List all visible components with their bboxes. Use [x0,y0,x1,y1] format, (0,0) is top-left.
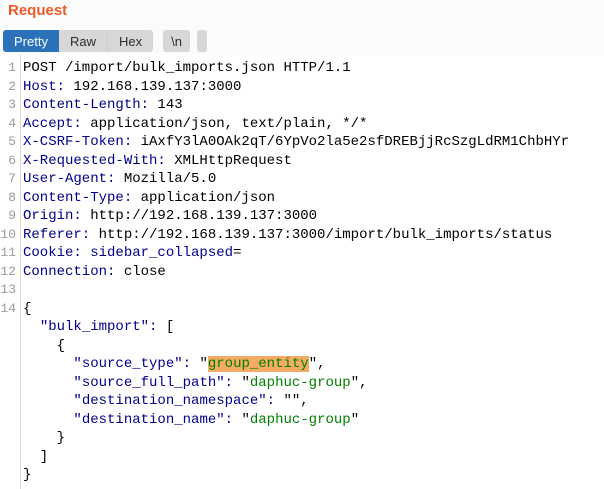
code-text: X-Requested-With: XMLHttpRequest [23,152,292,169]
line-number: 2 [8,78,16,94]
code-text: "bulk_import": [ [39,319,175,335]
code-line: 4 Accept: application/json, text/plain, *… [0,115,604,134]
code-text: User-Agent: Mozilla/5.0 [23,171,217,187]
line-number: 3 [8,97,16,112]
code-line: } [0,466,604,485]
line-number [0,374,20,393]
code-text: "source_type": "group_entity", [73,356,326,372]
code-text: "destination_namespace": "", [73,393,309,409]
line-number [0,411,20,430]
line-number [0,466,20,485]
highlighted-text[interactable]: group_entity [207,356,309,372]
code-line: { [0,337,604,356]
code-text: Accept: application/json, text/plain, */… [23,115,368,132]
code-line: "bulk_import": [ [0,318,604,337]
code-line: 9 Origin: http://192.168.139.137:3000 [0,207,604,226]
line-number [0,318,20,337]
code-line: 8 Content-Type: application/json [0,189,604,208]
line-number [0,337,20,356]
line-number [0,355,20,374]
code-line: "destination_namespace": "", [0,392,604,411]
code-text: } [23,430,66,446]
code-lines: 1 POST /import/bulk_imports.json HTTP/1.1… [0,59,604,485]
code-text: Content-Type: application/json [23,189,276,206]
line-number: 9 [8,208,16,223]
code-text: Origin: http://192.168.139.137:3000 [23,208,318,224]
code-line: ] [0,448,604,467]
request-panel: Request Pretty Raw Hex \n 1 POST /import/… [0,0,604,489]
code-text: "source_full_path": "daphuc-group", [73,374,368,391]
code-text: Host: 192.168.139.137:3000 [23,78,242,95]
line-number: 13 [0,282,16,297]
line-number: 4 [8,115,16,131]
line-number [0,448,20,467]
gutter-divider [20,55,21,489]
code-text: Content-Length: 143 [23,97,183,113]
code-line: } [0,429,604,448]
line-number [0,392,20,411]
code-text: } [23,467,32,483]
code-line: 1 POST /import/bulk_imports.json HTTP/1.1 [0,59,604,78]
code-text: { [23,300,32,317]
code-text: Referer: http://192.168.139.137:3000/imp… [23,226,553,243]
request-panel-title: Request [8,2,68,19]
line-number: 8 [8,189,16,205]
code-line: 3 Content-Length: 143 [0,96,604,115]
tab-hex[interactable]: Hex [106,30,154,52]
code-line: 12 Connection: close [0,263,604,282]
code-text: "destination_name": "daphuc-group" [73,411,360,428]
line-number: 12 [0,263,16,279]
editor-menu-button[interactable] [196,30,207,52]
line-number: 14 [0,300,16,316]
line-number: 1 [8,60,16,75]
code-line: 10 Referer: http://192.168.139.137:3000/i… [0,226,604,245]
show-newlines-button[interactable]: \n [163,30,190,52]
code-line: 13 [0,281,604,300]
line-number: 7 [8,171,16,186]
code-text: Connection: close [23,263,166,280]
line-number: 10 [0,226,16,242]
line-number: 6 [8,152,16,168]
code-line: "source_type": "group_entity", [0,355,604,374]
line-number: 11 [0,245,16,260]
code-text: { [23,337,66,354]
request-editor[interactable]: 1 POST /import/bulk_imports.json HTTP/1.1… [0,55,604,489]
code-line: 6 X-Requested-With: XMLHttpRequest [0,152,604,171]
view-mode-tab-group: Pretty Raw Hex [3,30,154,52]
code-text: Cookie: sidebar_collapsed= [23,245,242,261]
code-line: 5 X-CSRF-Token: iAxfY3lA0OAk2qT/6YpVo2la5… [0,133,604,152]
message-editor-toolbar: Pretty Raw Hex \n [3,30,207,52]
code-line: 14 { [0,300,604,319]
code-line: "source_full_path": "daphuc-group", [0,374,604,393]
code-text: ] [23,448,49,465]
tab-raw[interactable]: Raw [58,30,107,52]
code-line: 7 User-Agent: Mozilla/5.0 [0,170,604,189]
code-line: 2 Host: 192.168.139.137:3000 [0,78,604,97]
line-number: 5 [8,134,16,149]
code-line: 11 Cookie: sidebar_collapsed= [0,244,604,263]
code-text: X-CSRF-Token: iAxfY3lA0OAk2qT/6YpVo2la5e… [23,134,570,150]
code-line: "destination_name": "daphuc-group" [0,411,604,430]
line-number [0,429,20,448]
tab-pretty[interactable]: Pretty [3,30,59,52]
code-text: POST /import/bulk_imports.json HTTP/1.1 [23,60,351,76]
